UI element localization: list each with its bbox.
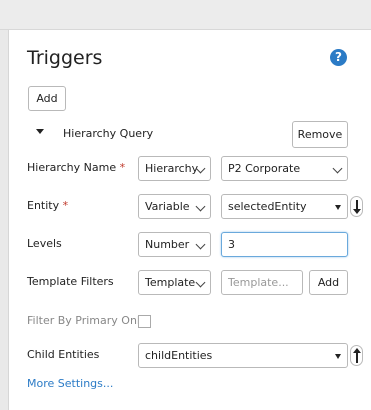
levels-type-select[interactable]: Number (138, 232, 211, 257)
entity-select[interactable]: selectedEntity (221, 194, 348, 219)
hierarchy-name-label: Hierarchy Name * (27, 161, 126, 174)
chevron-down-icon (332, 163, 343, 174)
arrow-up-icon[interactable] (350, 345, 363, 366)
add-trigger-button[interactable]: Add (28, 86, 66, 111)
levels-label: Levels (27, 237, 62, 250)
filter-primary-checkbox[interactable] (138, 315, 151, 328)
caret-down-icon (335, 205, 341, 210)
collapse-triangle-icon[interactable] (36, 129, 44, 134)
chevron-down-icon (195, 239, 206, 250)
triggers-panel: Triggers ? Add Hierarchy Query Remove Hi… (8, 30, 371, 410)
add-template-button[interactable]: Add (309, 270, 348, 295)
child-entities-label: Child Entities (27, 348, 100, 361)
template-filter-input[interactable]: Template... (221, 270, 303, 295)
more-settings-link[interactable]: More Settings... (27, 377, 113, 390)
entity-type-select[interactable]: Variable (138, 194, 211, 219)
chevron-down-icon (195, 201, 206, 212)
section-title: Hierarchy Query (63, 127, 154, 140)
arrow-down-icon[interactable] (350, 196, 363, 217)
top-bar (0, 0, 371, 30)
page-title: Triggers (27, 47, 103, 69)
levels-input[interactable]: 3 (221, 232, 348, 257)
chevron-down-icon (195, 277, 206, 288)
hierarchy-name-select[interactable]: P2 Corporate (221, 156, 348, 181)
help-icon[interactable]: ? (330, 49, 347, 66)
child-entities-select[interactable]: childEntities (138, 343, 348, 368)
caret-down-icon (335, 354, 341, 359)
entity-label: Entity * (27, 199, 69, 212)
filter-primary-label: Filter By Primary Only (27, 314, 147, 327)
required-marker: * (62, 199, 69, 212)
template-filters-type-select[interactable]: Template (138, 270, 211, 295)
required-marker: * (119, 161, 126, 174)
template-filters-label: Template Filters (27, 275, 114, 288)
hierarchy-name-type-select[interactable]: Hierarchy (138, 156, 211, 181)
remove-button[interactable]: Remove (292, 121, 348, 148)
